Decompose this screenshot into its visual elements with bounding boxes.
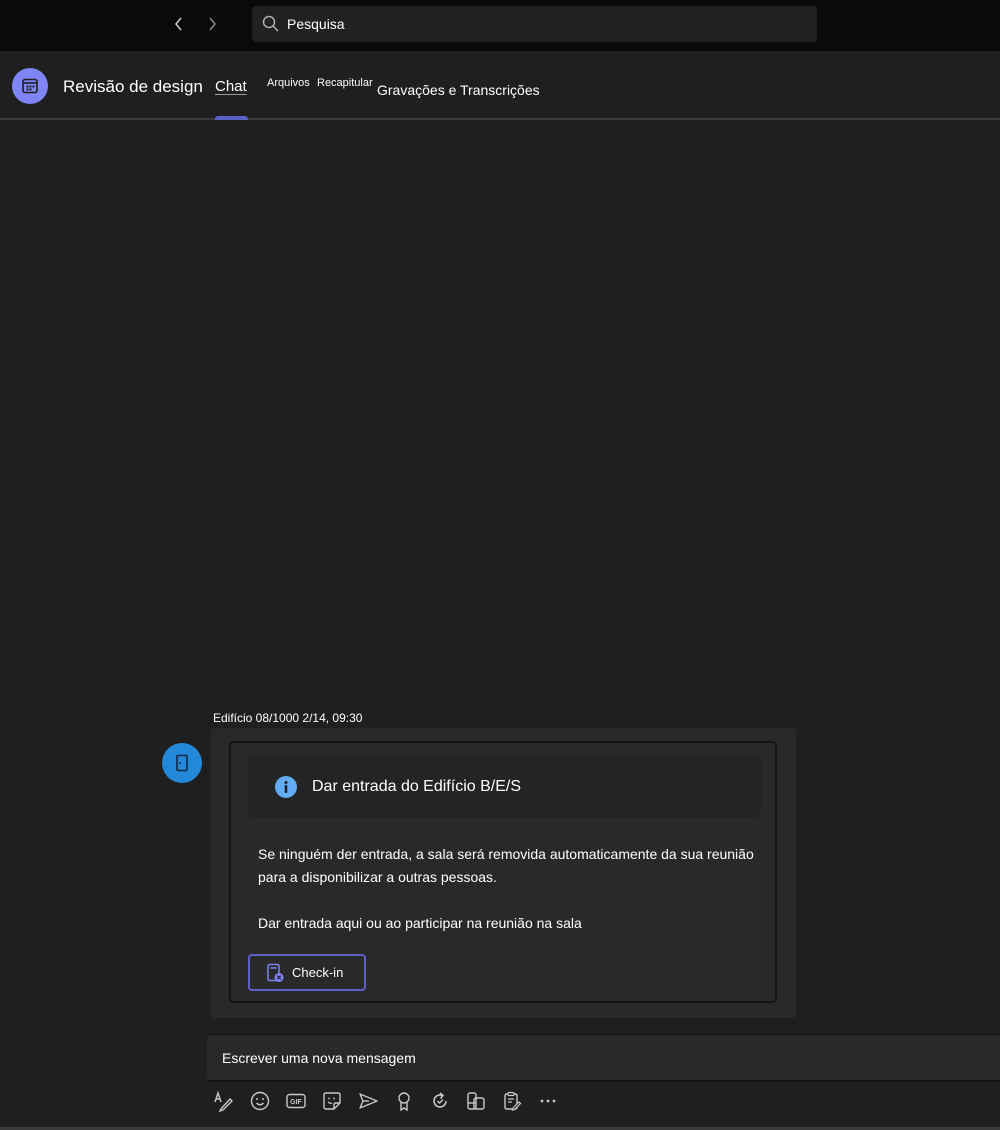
title-bar <box>0 0 1000 51</box>
sticker-icon <box>323 1092 341 1110</box>
meeting-header: Revisão de design Chat Arquivos Recapitu… <box>0 51 1000 120</box>
tab-recap[interactable]: Recapitular <box>317 77 373 89</box>
apps-button[interactable] <box>464 1089 488 1113</box>
svg-text:GIF: GIF <box>290 1099 302 1106</box>
adaptive-card: Dar entrada do Edifício B/E/S Se ninguém… <box>229 741 777 1003</box>
search-box[interactable] <box>252 6 817 42</box>
search-icon <box>261 14 281 34</box>
tab-files[interactable]: Arquivos <box>267 77 310 89</box>
meeting-avatar <box>12 68 48 104</box>
apps-icon <box>467 1092 485 1110</box>
schedule-send-button[interactable] <box>356 1089 380 1113</box>
forward-button[interactable] <box>200 12 224 36</box>
loop-button[interactable] <box>428 1089 452 1113</box>
selected-tab-indicator <box>215 116 248 120</box>
meeting-title: Revisão de design <box>63 77 203 96</box>
emoji-button[interactable] <box>248 1089 272 1113</box>
message-sender-timestamp: Edifício 08/1000 2/14, 09:30 <box>213 711 363 725</box>
more-options-button[interactable] <box>536 1089 560 1113</box>
compose-box[interactable] <box>207 1034 1000 1082</box>
loop-icon <box>433 1092 447 1108</box>
gif-icon: GIF <box>286 1093 306 1109</box>
tab-recordings-transcripts[interactable]: Gravações e Transcrições <box>377 82 540 98</box>
chevron-left-icon <box>175 17 182 31</box>
more-options-icon <box>540 1099 556 1103</box>
sticker-button[interactable] <box>320 1089 344 1113</box>
format-icon <box>214 1090 233 1112</box>
gif-button[interactable]: GIF <box>284 1089 308 1113</box>
back-button[interactable] <box>167 12 191 36</box>
check-in-label: Check-in <box>292 965 344 980</box>
card-body-text: Se ninguém der entrada, a sala será remo… <box>258 846 754 885</box>
search-input[interactable] <box>287 16 787 32</box>
card-body: Se ninguém der entrada, a sala será remo… <box>258 843 778 935</box>
send-schedule-icon <box>359 1093 378 1109</box>
compose-toolbar: GIF <box>212 1089 572 1113</box>
forms-icon <box>504 1091 522 1111</box>
card-banner: Dar entrada do Edifício B/E/S <box>248 755 761 818</box>
door-icon <box>176 754 188 772</box>
forms-button[interactable] <box>500 1089 524 1113</box>
message-input[interactable] <box>222 1049 982 1066</box>
check-in-button[interactable]: Check-in <box>248 954 366 991</box>
praise-button[interactable] <box>392 1089 416 1113</box>
praise-icon <box>398 1092 410 1112</box>
calendar-icon <box>22 78 38 94</box>
chevron-right-icon <box>209 17 216 31</box>
card-body-text: Dar entrada aqui ou ao participar na reu… <box>258 915 582 931</box>
tab-chat[interactable]: Chat <box>215 78 247 95</box>
format-button[interactable] <box>212 1089 236 1113</box>
emoji-icon <box>250 1091 270 1111</box>
card-banner-title: Dar entrada do Edifício B/E/S <box>312 777 521 795</box>
info-icon <box>275 775 297 798</box>
room-avatar[interactable] <box>162 743 202 783</box>
check-in-icon <box>267 963 284 982</box>
